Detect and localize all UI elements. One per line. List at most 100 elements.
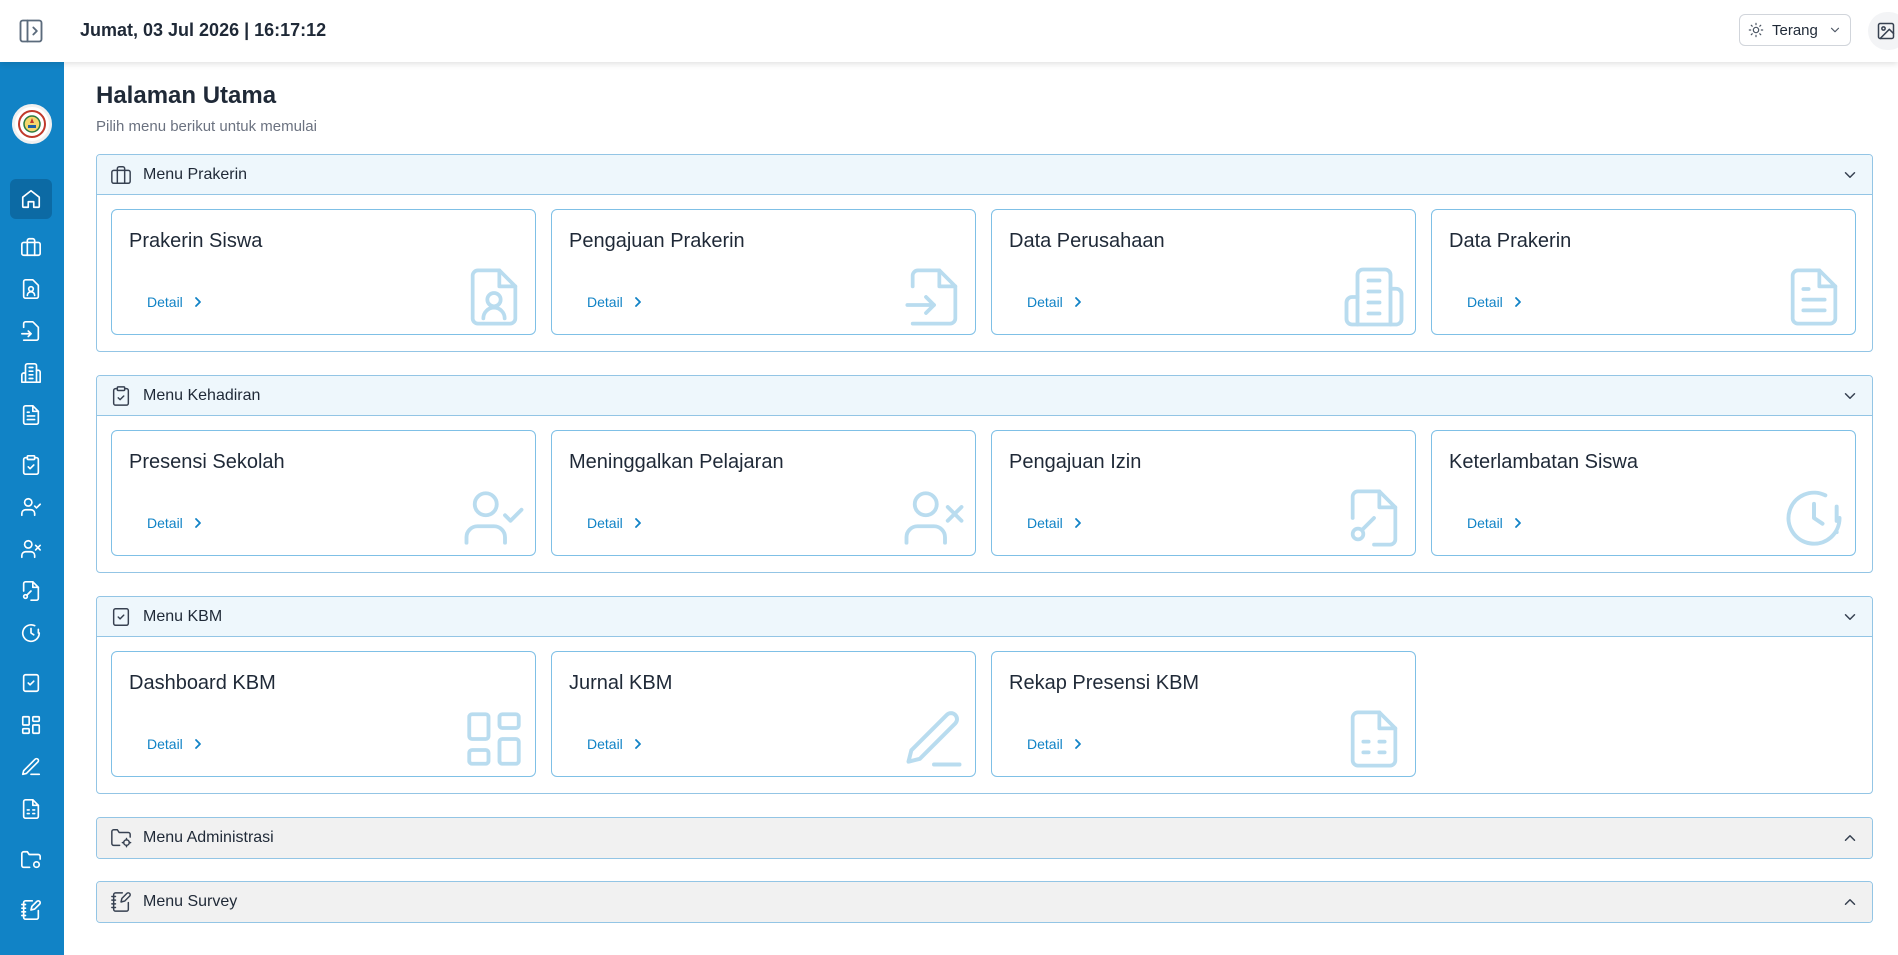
section-header[interactable]: Menu Kehadiran [97,376,1872,416]
card-keterlambatan-siswa[interactable]: Keterlambatan Siswa Detail [1431,430,1856,556]
user-x-icon [21,539,41,559]
section-menu-prakerin: Menu Prakerin Prakerin Siswa Detail Peng… [96,154,1873,352]
chevron-down-icon[interactable] [1840,386,1860,406]
detail-link[interactable]: Detail [587,736,643,752]
chevron-down-icon [1830,27,1840,33]
card-data-perusahaan[interactable]: Data Perusahaan Detail [991,209,1416,335]
card-title: Rekap Presensi KBM [1009,672,1200,694]
detail-link[interactable]: Detail [1027,515,1083,531]
card-pengajuan-izin[interactable]: Pengajuan Izin Detail [991,430,1416,556]
building-icon [21,363,41,383]
card-title: Jurnal KBM [569,672,673,694]
home-icon [21,189,41,209]
briefcase-icon [21,237,41,257]
section-menu-kbm: Menu KBM Dashboard KBM Detail Jurnal KBM… [96,596,1873,794]
chevron-up-icon[interactable] [1840,892,1860,912]
file-signature-icon [1339,483,1409,553]
panel-left-open-icon [19,19,43,43]
card-title: Dashboard KBM [129,672,276,694]
file-user-icon [22,279,40,299]
sun-icon [1748,22,1764,38]
sidebar-item-prakerin[interactable] [10,227,52,267]
card-meninggalkan-pelajaran[interactable]: Meninggalkan Pelajaran Detail [551,430,976,556]
chevron-up-icon[interactable] [1840,828,1860,848]
section-title: Menu KBM [143,607,223,625]
card-data-prakerin[interactable]: Data Prakerin Detail [1431,209,1856,335]
notebook-pen-icon [21,900,41,920]
detail-link[interactable]: Detail [147,515,203,531]
school-logo[interactable] [12,104,52,144]
detail-link[interactable]: Detail [147,736,203,752]
clipboard-check-icon [22,455,40,475]
theme-select[interactable]: Terang [1739,14,1851,46]
sidebar-item-dashboard-kbm[interactable] [10,705,52,745]
file-input-icon [21,321,40,341]
sidebar-toggle-button[interactable] [16,16,46,46]
chevron-right-icon [1074,518,1081,528]
square-check-icon [109,605,133,629]
building-icon [1339,262,1409,332]
sidebar-item-prakerin-siswa[interactable] [10,269,52,309]
section-menu-kehadiran: Menu Kehadiran Presensi Sekolah Detail M… [96,375,1873,573]
sidebar-item-presensi-sekolah[interactable] [10,487,52,527]
card-title: Data Prakerin [1449,230,1572,252]
pencil-line-icon [899,704,969,774]
chevron-right-icon [1074,739,1081,749]
sidebar-item-meninggalkan-pelajaran[interactable] [10,529,52,569]
file-spreadsheet-icon [1339,704,1409,774]
profile-button[interactable] [1868,12,1898,50]
clock-alert-icon [1779,483,1849,553]
sidebar-item-keterlambatan-siswa[interactable] [10,613,52,653]
card-pengajuan-prakerin[interactable]: Pengajuan Prakerin Detail [551,209,976,335]
detail-link[interactable]: Detail [587,515,643,531]
page-title: Halaman Utama [96,82,277,109]
card-prakerin-siswa[interactable]: Prakerin Siswa Detail [111,209,536,335]
card-title: Prakerin Siswa [129,230,263,252]
sidebar-item-administrasi[interactable] [10,840,52,880]
card-jurnal-kbm[interactable]: Jurnal KBM Detail [551,651,976,777]
clock-alert-icon [21,624,41,643]
top-bar: Jumat, 03 Jul 2026 | 16:17:12 Terang [0,0,1898,62]
card-title: Presensi Sekolah [129,451,285,473]
card-presensi-sekolah[interactable]: Presensi Sekolah Detail [111,430,536,556]
sidebar-item-rekap-presensi-kbm[interactable] [10,789,52,829]
sidebar-item-data-prakerin[interactable] [10,395,52,435]
detail-link[interactable]: Detail [1027,294,1083,310]
section-title: Menu Survey [143,893,238,910]
detail-link[interactable]: Detail [1467,515,1523,531]
sidebar-item-kehadiran[interactable] [10,445,52,485]
sidebar-item-pengajuan-izin[interactable] [10,571,52,611]
chevron-right-icon [194,297,201,307]
sidebar-item-data-perusahaan[interactable] [10,353,52,393]
detail-link[interactable]: Detail [587,294,643,310]
section-header[interactable]: Menu KBM [97,597,1872,637]
card-rekap-presensi-kbm[interactable]: Rekap Presensi KBM Detail [991,651,1416,777]
detail-link[interactable]: Detail [1467,294,1523,310]
chevron-right-icon [634,297,641,307]
section-title: Menu Kehadiran [143,386,261,404]
card-dashboard-kbm[interactable]: Dashboard KBM Detail [111,651,536,777]
chevron-down-icon[interactable] [1840,607,1860,627]
user-check-icon [459,483,529,553]
detail-link[interactable]: Detail [147,294,203,310]
user-check-icon [21,497,41,517]
file-text-icon [1779,262,1849,332]
section-menu-administrasi: Menu Administrasi [96,817,1873,859]
chevron-right-icon [194,518,201,528]
sidebar-item-home[interactable] [10,179,52,219]
sidebar-item-kbm[interactable] [10,663,52,703]
section-header[interactable]: Menu Survey [97,882,1872,922]
chevron-down-icon[interactable] [1840,165,1860,185]
card-title: Pengajuan Prakerin [569,230,745,252]
page-subtitle: Pilih menu berikut untuk memulai [96,118,317,135]
chevron-right-icon [1514,518,1521,528]
sidebar-item-jurnal-kbm[interactable] [10,747,52,787]
folder-cog-icon [21,850,41,869]
section-header[interactable]: Menu Prakerin [97,155,1872,195]
sidebar-item-pengajuan-prakerin[interactable] [10,311,52,351]
section-header[interactable]: Menu Administrasi [97,818,1872,858]
sidebar-item-survey[interactable] [10,890,52,930]
sidebar [0,62,64,955]
detail-link[interactable]: Detail [1027,736,1083,752]
chevron-right-icon [194,739,201,749]
